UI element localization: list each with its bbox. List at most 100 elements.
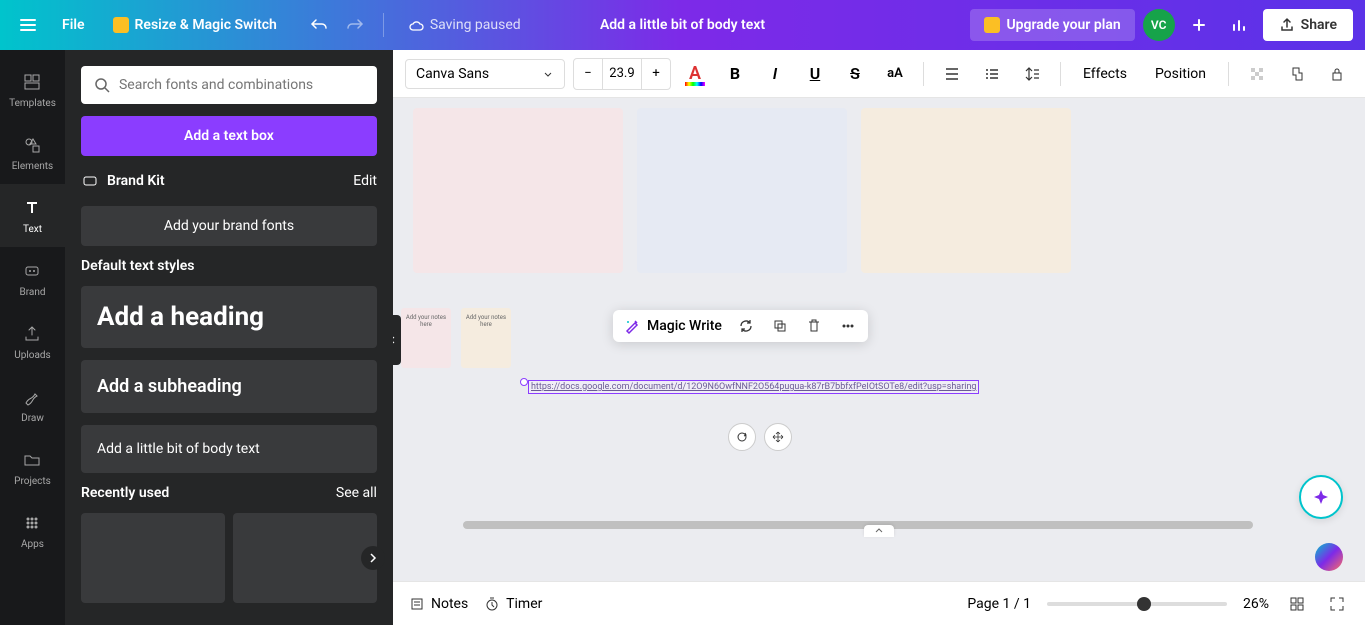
- zoom-slider-thumb[interactable]: [1137, 597, 1151, 611]
- search-input[interactable]: [119, 77, 365, 93]
- rotation-handle[interactable]: [520, 378, 528, 386]
- share-button[interactable]: Share: [1263, 9, 1353, 41]
- font-select[interactable]: Canva Sans: [405, 59, 565, 89]
- redo-button[interactable]: [339, 9, 371, 41]
- magic-write-button[interactable]: Magic Write: [623, 317, 722, 335]
- horizontal-scrollbar[interactable]: [463, 521, 1253, 529]
- crown-icon: [984, 17, 1000, 33]
- brand-kit-edit[interactable]: Edit: [353, 173, 377, 189]
- saving-status: Saving paused: [408, 17, 521, 33]
- add-textbox-button[interactable]: Add a text box: [81, 116, 377, 156]
- zoom-slider[interactable]: [1047, 602, 1227, 606]
- text-icon: [20, 196, 44, 220]
- default-styles-title: Default text styles: [81, 258, 377, 274]
- draw-icon: [20, 385, 44, 409]
- nav-elements[interactable]: Elements: [0, 121, 65, 184]
- font-size-decrease[interactable]: −: [574, 59, 602, 89]
- canvas-card-blue[interactable]: [637, 108, 847, 273]
- canvas-card-peach[interactable]: [861, 108, 1071, 273]
- add-body-button[interactable]: Add a little bit of body text: [81, 425, 377, 473]
- canvas-card-pink[interactable]: [413, 108, 623, 273]
- expand-pages-button[interactable]: [864, 525, 894, 537]
- share-icon: [1279, 17, 1295, 33]
- move-button[interactable]: [764, 423, 792, 451]
- hamburger-menu[interactable]: [12, 9, 44, 41]
- upgrade-button[interactable]: Upgrade your plan: [970, 9, 1134, 41]
- selected-text-link[interactable]: https://docs.google.com/document/d/12O9N…: [528, 380, 980, 394]
- uploads-icon: [20, 322, 44, 346]
- add-subheading-button[interactable]: Add a subheading: [81, 360, 377, 413]
- projects-icon: [20, 448, 44, 472]
- copy-style-button[interactable]: [1281, 58, 1313, 90]
- recent-item[interactable]: [81, 513, 225, 603]
- collapse-panel-button[interactable]: [393, 315, 401, 365]
- see-all-button[interactable]: See all: [336, 485, 377, 501]
- underline-button[interactable]: U: [799, 58, 831, 90]
- avatar[interactable]: VC: [1143, 9, 1175, 41]
- list-button[interactable]: [976, 58, 1008, 90]
- nav-uploads[interactable]: Uploads: [0, 310, 65, 373]
- resize-magic-button[interactable]: Resize & Magic Switch: [103, 11, 287, 39]
- text-color-button[interactable]: A: [679, 58, 711, 90]
- italic-button[interactable]: I: [759, 58, 791, 90]
- font-size-increase[interactable]: +: [642, 59, 670, 89]
- bold-button[interactable]: B: [719, 58, 751, 90]
- nav-templates[interactable]: Templates: [0, 58, 65, 121]
- templates-icon: [20, 70, 44, 94]
- small-card-peach[interactable]: Add your notes here: [461, 308, 511, 368]
- grid-view-button[interactable]: [1285, 592, 1309, 616]
- fullscreen-button[interactable]: [1325, 592, 1349, 616]
- resize-label: Resize & Magic Switch: [135, 17, 277, 33]
- apps-icon: [20, 511, 44, 535]
- add-member-button[interactable]: [1183, 9, 1215, 41]
- notes-icon: [409, 596, 425, 612]
- delete-button[interactable]: [804, 316, 824, 336]
- insights-button[interactable]: [1223, 9, 1255, 41]
- nav-projects[interactable]: Projects: [0, 436, 65, 499]
- magic-icon: [623, 317, 641, 335]
- search-box[interactable]: [81, 66, 377, 104]
- recently-used-title: Recently used: [81, 485, 169, 501]
- crown-icon: [113, 17, 129, 33]
- more-button[interactable]: [838, 316, 858, 336]
- case-button[interactable]: aA: [879, 58, 911, 90]
- document-title[interactable]: Add a little bit of body text: [600, 17, 765, 33]
- page-info: Page 1 / 1: [967, 596, 1031, 612]
- brand-icon: [20, 259, 44, 283]
- recent-next-button[interactable]: [361, 546, 385, 570]
- nav-apps[interactable]: Apps: [0, 499, 65, 562]
- context-menu: Magic Write: [613, 310, 868, 342]
- font-size-input[interactable]: [602, 59, 642, 89]
- timer-icon: [484, 596, 500, 612]
- timer-button[interactable]: Timer: [484, 596, 542, 612]
- transparency-button[interactable]: [1241, 58, 1273, 90]
- strikethrough-button[interactable]: S: [839, 58, 871, 90]
- search-icon: [93, 76, 111, 94]
- position-button[interactable]: Position: [1145, 60, 1216, 88]
- nav-text[interactable]: Text: [0, 184, 65, 247]
- regenerate-button[interactable]: [736, 316, 756, 336]
- zoom-value[interactable]: 26%: [1243, 596, 1269, 612]
- elements-icon: [20, 133, 44, 157]
- notes-button[interactable]: Notes: [409, 596, 468, 612]
- lock-button[interactable]: [1321, 58, 1353, 90]
- ai-assistant-button[interactable]: [1299, 475, 1343, 519]
- brand-kit-icon: [81, 172, 99, 190]
- small-card-pink[interactable]: Add your notes here: [401, 308, 451, 368]
- brand-kit-label: Brand Kit: [107, 173, 165, 189]
- undo-button[interactable]: [303, 9, 335, 41]
- align-button[interactable]: [936, 58, 968, 90]
- file-button[interactable]: File: [52, 11, 95, 39]
- duplicate-button[interactable]: [770, 316, 790, 336]
- nav-brand[interactable]: Brand: [0, 247, 65, 310]
- effects-button[interactable]: Effects: [1073, 60, 1137, 88]
- recent-item[interactable]: [233, 513, 377, 603]
- spacing-button[interactable]: [1016, 58, 1048, 90]
- rotate-button[interactable]: [728, 423, 756, 451]
- add-heading-button[interactable]: Add a heading: [81, 286, 377, 348]
- nav-draw[interactable]: Draw: [0, 373, 65, 436]
- canva-help-button[interactable]: [1315, 543, 1343, 571]
- cloud-icon: [408, 17, 424, 33]
- chevron-down-icon: [542, 68, 554, 80]
- add-brand-fonts-button[interactable]: Add your brand fonts: [81, 206, 377, 246]
